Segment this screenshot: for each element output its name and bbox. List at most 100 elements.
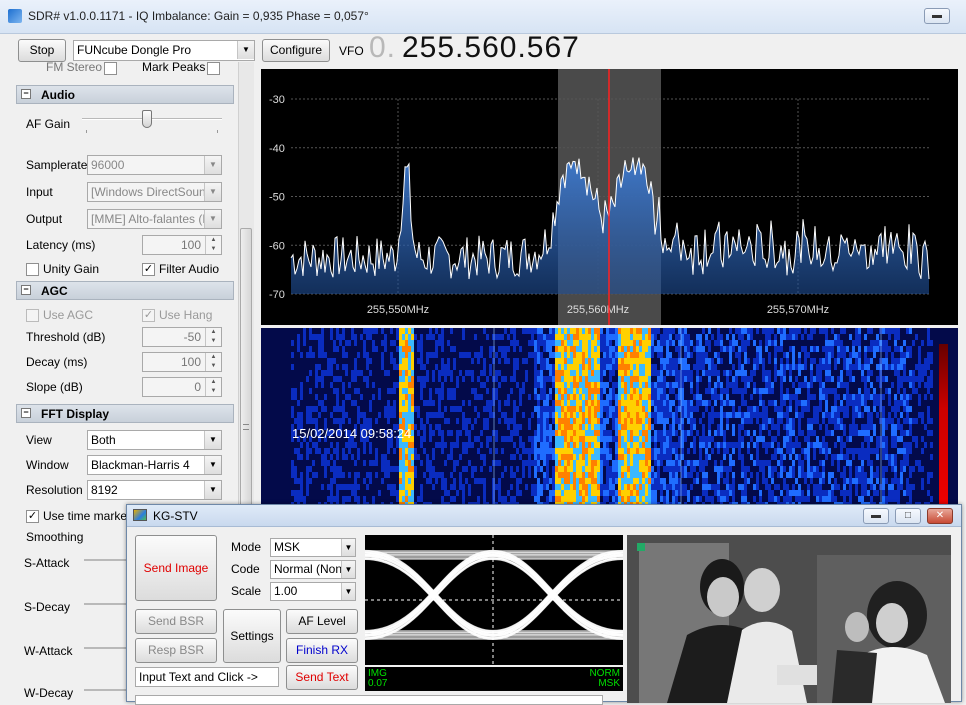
latency-input[interactable]: 100 ▲ ▼ <box>142 235 222 255</box>
use-hang-checkbox[interactable]: ✓ <box>142 309 155 322</box>
waterfall-cell <box>630 442 633 448</box>
audio-section-header[interactable]: − Audio <box>16 85 234 104</box>
waterfall-cell <box>645 418 648 424</box>
waterfall-cell <box>387 412 390 418</box>
waterfall-cell <box>390 340 393 346</box>
waterfall-cell <box>537 454 540 460</box>
waterfall-cell <box>540 376 543 382</box>
view-select[interactable]: Both ▼ <box>87 430 222 450</box>
spectrum-analyzer[interactable]: -30 -40 -50 -60 -70 255,550MHz 255,560MHz 255,5… <box>261 69 958 325</box>
slope-input[interactable]: 0 ▲ ▼ <box>142 377 222 397</box>
spectrum-plot[interactable]: -30-40-50-60-70255,550MHz 255,560MHz 255,5… <box>261 69 958 325</box>
waterfall-cell <box>744 466 747 472</box>
kgstv-maximize-button[interactable]: □ <box>895 508 921 524</box>
decay-input[interactable]: 100 ▲ ▼ <box>142 352 222 372</box>
waterfall-cell <box>621 340 624 346</box>
resp-bsr-button[interactable]: Resp BSR <box>135 638 217 663</box>
waterfall-cell <box>909 442 912 448</box>
device-select[interactable]: FUNcube Dongle Pro ▼ <box>73 40 255 61</box>
waterfall-cell <box>513 472 516 478</box>
af-gain-slider-thumb[interactable] <box>141 110 152 128</box>
vfo-frequency[interactable]: 255.560.567 <box>402 31 580 65</box>
waterfall-cell <box>384 406 387 412</box>
waterfall-cell <box>660 496 663 502</box>
waterfall-cell <box>399 364 402 370</box>
stop-button[interactable]: Stop <box>18 39 66 62</box>
fft-section-header[interactable]: − FFT Display <box>16 404 234 423</box>
code-select[interactable]: Normal (Non) ▼ <box>270 560 356 579</box>
waterfall-cell <box>441 358 444 364</box>
af-gain-slider-track[interactable] <box>82 118 222 120</box>
waterfall-cell <box>300 478 303 484</box>
waterfall-cell <box>324 454 327 460</box>
waterfall-cell <box>618 496 621 502</box>
waterfall-cell <box>486 424 489 430</box>
waterfall-cell <box>336 454 339 460</box>
waterfall-cell <box>795 334 798 340</box>
waterfall-cell <box>456 430 459 436</box>
waterfall-cell <box>927 376 930 382</box>
finish-rx-button[interactable]: Finish RX <box>286 638 358 663</box>
spin-arrows-icon[interactable]: ▲ ▼ <box>205 236 221 254</box>
kgstv-close-button[interactable]: ✕ <box>927 508 953 524</box>
send-bsr-button[interactable]: Send BSR <box>135 609 217 634</box>
kgstv-minimize-button[interactable]: ▬ <box>863 508 889 524</box>
mark-peaks-checkbox[interactable] <box>207 62 220 75</box>
waterfall-cell <box>696 388 699 394</box>
waterfall-cell <box>609 352 612 358</box>
spin-arrows-icon[interactable]: ▲ ▼ <box>205 353 221 371</box>
waterfall-cell <box>903 394 906 400</box>
output-device-select[interactable]: [MME] Alto-falantes (Re ▼ <box>87 209 222 229</box>
waterfall-cell <box>642 388 645 394</box>
log-box[interactable] <box>135 695 603 705</box>
agc-section-header[interactable]: − AGC <box>16 281 234 300</box>
waterfall-cell <box>537 328 540 334</box>
waterfall-cell <box>861 448 864 454</box>
waterfall-cell <box>831 328 834 334</box>
use-agc-checkbox[interactable] <box>26 309 39 322</box>
waterfall-cell <box>846 436 849 442</box>
waterfall-cell <box>696 496 699 502</box>
waterfall-cell <box>855 466 858 472</box>
waterfall-cell <box>870 448 873 454</box>
waterfall-cell <box>564 466 567 472</box>
waterfall-cell <box>708 400 711 406</box>
input-device-select[interactable]: [Windows DirectSound] ▼ <box>87 182 222 202</box>
configure-button[interactable]: Configure <box>262 39 330 62</box>
minimize-button[interactable]: ▬ <box>924 8 950 24</box>
window-select[interactable]: Blackman-Harris 4 ▼ <box>87 455 222 475</box>
waterfall-cell <box>537 370 540 376</box>
send-text-button[interactable]: Send Text <box>286 665 358 690</box>
message-input[interactable]: Input Text and Click -> <box>135 667 279 687</box>
waterfall-cell <box>909 418 912 424</box>
waterfall-cell <box>459 454 462 460</box>
waterfall-cell <box>705 352 708 358</box>
mode-select[interactable]: MSK ▼ <box>270 538 356 557</box>
spin-arrows-icon[interactable]: ▲ ▼ <box>205 328 221 346</box>
waterfall-cell <box>537 334 540 340</box>
af-level-button[interactable]: AF Level <box>286 609 358 634</box>
waterfall-cell <box>453 364 456 370</box>
send-image-button[interactable]: Send Image <box>135 535 217 601</box>
scale-select[interactable]: 1.00 ▼ <box>270 582 356 601</box>
waterfall-cell <box>870 466 873 472</box>
threshold-input[interactable]: -50 ▲ ▼ <box>142 327 222 347</box>
time-marker-checkbox[interactable]: ✓ <box>26 510 39 523</box>
spin-arrows-icon[interactable]: ▲ ▼ <box>205 378 221 396</box>
settings-button[interactable]: Settings <box>223 609 281 663</box>
fm-stereo-checkbox[interactable] <box>104 62 117 75</box>
waterfall-cell <box>405 382 408 388</box>
waterfall-cell <box>720 490 723 496</box>
waterfall-cell <box>549 496 552 502</box>
resolution-select[interactable]: 8192 ▼ <box>87 480 222 500</box>
waterfall-cell <box>627 352 630 358</box>
samplerate-select[interactable]: 96000 ▼ <box>87 155 222 175</box>
waterfall-cell <box>873 394 876 400</box>
waterfall-cell <box>438 376 441 382</box>
fm-stereo-label: FM Stereo <box>46 62 103 74</box>
waterfall-display[interactable]: 15/02/2014 09:58:24 <box>261 328 958 506</box>
unity-gain-checkbox[interactable] <box>26 263 39 276</box>
waterfall-cell <box>909 430 912 436</box>
waterfall-cell <box>354 484 357 490</box>
filter-audio-checkbox[interactable]: ✓ <box>142 263 155 276</box>
